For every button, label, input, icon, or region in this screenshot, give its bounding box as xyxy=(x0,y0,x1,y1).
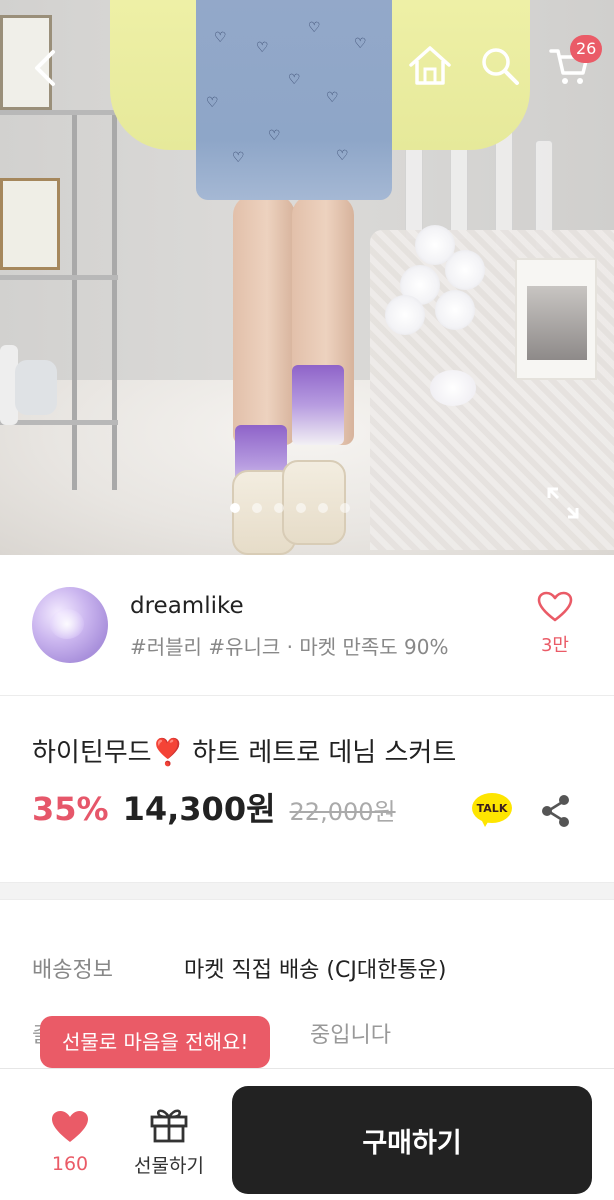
shipping-label: 배송정보 xyxy=(32,958,113,983)
heart-outline-icon xyxy=(537,591,573,622)
kakao-talk-button[interactable]: TALK xyxy=(470,793,514,829)
home-icon xyxy=(409,46,451,85)
pagination-dot xyxy=(230,503,240,513)
bottom-action-bar: 160 선물하기 구매하기 xyxy=(0,1068,614,1200)
product-title-suffix: 하트 레트로 데님 스커트 xyxy=(192,738,457,768)
kakao-talk-label: TALK xyxy=(476,801,508,815)
pagination-dot xyxy=(318,503,328,513)
model-sock-right xyxy=(292,365,344,445)
model-leg-left xyxy=(233,195,295,445)
heart-filled-icon xyxy=(52,1111,88,1142)
price-row: 35% 14,300원 22,000원 xyxy=(32,784,396,828)
home-button[interactable] xyxy=(404,40,456,92)
sale-price: 14,300원 xyxy=(122,790,276,828)
section-separator xyxy=(0,882,614,900)
search-icon xyxy=(482,48,519,85)
expand-icon xyxy=(547,487,579,519)
product-info: 하이틴무드❣️ 하트 레트로 데님 스커트 35% 14,300원 22,000… xyxy=(0,696,614,882)
shipping-value: 마켓 직접 배송 (CJ대한통운) xyxy=(184,958,447,983)
shop-info[interactable]: dreamlike #러블리 #유니크 · 마켓 만족도 90% 3만 xyxy=(0,555,614,695)
back-button[interactable] xyxy=(22,44,70,92)
shop-tags: #러블리 #유니크 · 마켓 만족도 90% xyxy=(130,635,449,659)
gift-tooltip: 선물로 마음을 전해요! xyxy=(40,1016,271,1068)
pagination-dot xyxy=(296,503,306,513)
photo-frame xyxy=(515,258,597,380)
heart-exclamation-emoji: ❣️ xyxy=(151,738,184,768)
share-button[interactable] xyxy=(536,791,576,831)
top-navigation: 26 xyxy=(0,0,614,130)
search-button[interactable] xyxy=(474,40,526,92)
gift-button[interactable]: 선물하기 xyxy=(126,1105,212,1178)
lamp xyxy=(430,370,476,406)
gift-label: 선물하기 xyxy=(134,1155,204,1177)
cart-count-badge: 26 xyxy=(570,35,603,63)
white-roses xyxy=(385,225,505,335)
kakao-talk-icon: TALK xyxy=(472,793,512,823)
wishlist-count: 160 xyxy=(51,1153,89,1175)
shop-like-count: 3만 xyxy=(540,635,569,656)
product-title-prefix: 하이틴무드 xyxy=(32,738,152,768)
discount-rate: 35% xyxy=(32,790,109,828)
shop-like-button[interactable]: 3만 xyxy=(532,591,578,661)
pagination-dot xyxy=(340,503,350,513)
expand-image-button[interactable] xyxy=(540,480,586,526)
glass-jar xyxy=(15,360,57,415)
gift-icon xyxy=(150,1109,188,1143)
shelf xyxy=(0,110,120,490)
wishlist-button[interactable]: 160 xyxy=(40,1109,100,1175)
pagination-dot xyxy=(274,503,284,513)
back-arrow-icon xyxy=(35,50,55,86)
buy-button[interactable]: 구매하기 xyxy=(232,1086,592,1194)
shop-avatar[interactable] xyxy=(32,587,108,663)
shipping-status-tail: 중입니다 xyxy=(310,1023,391,1048)
share-icon xyxy=(542,795,569,827)
pagination-dot xyxy=(252,503,262,513)
shelf-frame xyxy=(0,178,60,270)
product-title: 하이틴무드❣️ 하트 레트로 데님 스커트 xyxy=(32,732,456,769)
shop-name[interactable]: dreamlike xyxy=(130,593,244,619)
image-pagination xyxy=(230,503,390,515)
original-price: 22,000원 xyxy=(289,798,396,826)
